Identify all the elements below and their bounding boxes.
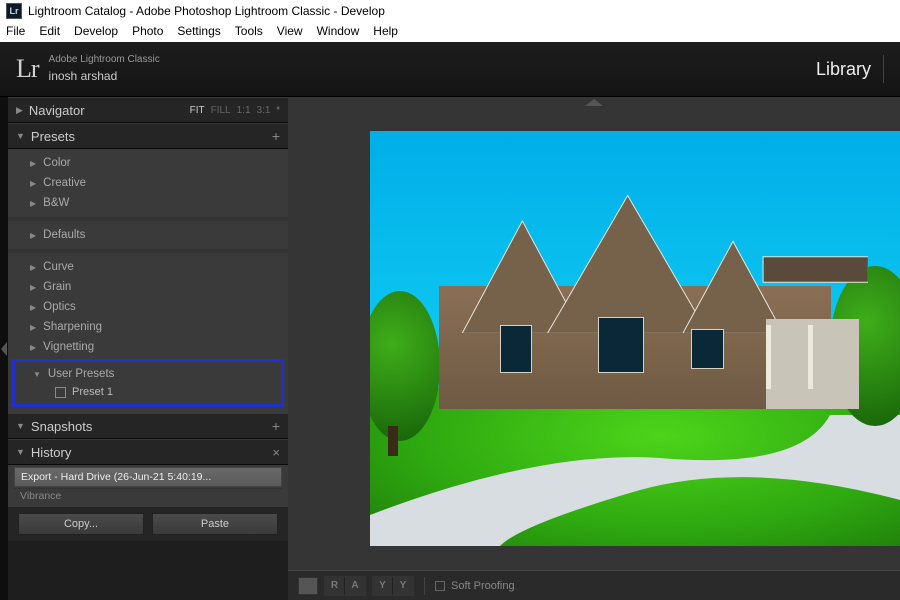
menu-photo[interactable]: Photo [132, 24, 163, 40]
snapshots-title: Snapshots [31, 419, 272, 434]
menu-help[interactable]: Help [373, 24, 398, 40]
navigator-panel-header[interactable]: ▶ Navigator FIT FILL 1:1 3:1 ♦ [8, 97, 288, 123]
chevron-right-icon: ▶ [30, 159, 36, 168]
compare-before-after-a[interactable]: A [345, 577, 365, 595]
navigator-title: Navigator [29, 103, 190, 118]
os-title-bar: Lr Lightroom Catalog - Adobe Photoshop L… [0, 0, 900, 22]
top-panel-collapse[interactable] [288, 97, 900, 107]
app-icon: Lr [6, 3, 22, 19]
zoom-fill[interactable]: FILL [211, 105, 231, 116]
menu-window[interactable]: Window [317, 24, 360, 40]
chevron-down-icon: ▼ [16, 447, 25, 457]
preset-group-grain[interactable]: ▶Grain [8, 277, 288, 297]
history-item[interactable]: Export - Hard Drive (26-Jun-21 5:40:19..… [14, 467, 282, 487]
history-item[interactable]: Vibrance [14, 488, 282, 503]
app-name-label: Adobe Lightroom Classic [49, 54, 160, 66]
zoom-3-1[interactable]: 3:1 [257, 105, 271, 116]
history-title: History [31, 445, 272, 460]
chevron-down-icon: ▼ [16, 131, 25, 141]
chevron-right-icon: ▶ [16, 105, 23, 116]
chevron-right-icon: ▶ [30, 343, 36, 352]
menu-tools[interactable]: Tools [235, 24, 263, 40]
preset-group-vignetting[interactable]: ▶Vignetting [8, 337, 288, 357]
copy-settings-button[interactable]: Copy... [18, 513, 144, 535]
menu-develop[interactable]: Develop [74, 24, 118, 40]
left-panel: ▶ Navigator FIT FILL 1:1 3:1 ♦ ▼ Presets… [8, 97, 288, 600]
compare-before-after-r[interactable]: R [325, 577, 345, 595]
chevron-down-icon: ▼ [16, 421, 25, 431]
preset-group-creative[interactable]: ▶Creative [8, 173, 288, 193]
add-preset-icon[interactable]: + [272, 128, 280, 144]
chevron-right-icon: ▶ [30, 263, 36, 272]
module-library[interactable]: Library [816, 59, 871, 80]
menu-bar: File Edit Develop Photo Settings Tools V… [0, 22, 900, 42]
center-canvas: R A Y Y Soft Proofing [288, 97, 900, 600]
lightroom-logo: Lr [16, 54, 39, 84]
chevron-down-icon: ▼ [33, 370, 41, 379]
preset-icon [55, 387, 66, 398]
compare-yy-2[interactable]: Y [393, 577, 413, 595]
chevron-right-icon: ▶ [30, 231, 36, 240]
chevron-right-icon: ▶ [30, 323, 36, 332]
module-picker-bar: Lr Adobe Lightroom Classic inosh arshad … [0, 42, 900, 97]
zoom-fit[interactable]: FIT [190, 105, 205, 116]
menu-file[interactable]: File [6, 24, 25, 40]
loupe-view-button[interactable] [298, 577, 318, 595]
preset-group-user[interactable]: ▼User Presets [15, 364, 281, 384]
copy-paste-row: Copy... Paste [8, 506, 288, 541]
soft-proofing-checkbox[interactable] [435, 581, 445, 591]
paste-settings-button[interactable]: Paste [152, 513, 278, 535]
chevron-right-icon: ▶ [30, 179, 36, 188]
menu-edit[interactable]: Edit [39, 24, 60, 40]
zoom-dropdown-icon[interactable]: ♦ [276, 105, 280, 116]
preset-group-bw[interactable]: ▶B&W [8, 193, 288, 213]
preset-group-defaults[interactable]: ▶Defaults [8, 225, 288, 245]
preset-group-sharpening[interactable]: ▶Sharpening [8, 317, 288, 337]
loupe-photo[interactable] [370, 131, 900, 546]
clear-history-icon[interactable]: × [272, 445, 280, 460]
preset-group-color[interactable]: ▶Color [8, 153, 288, 173]
soft-proofing-label: Soft Proofing [451, 580, 515, 592]
presets-title: Presets [31, 129, 272, 144]
snapshots-panel-header[interactable]: ▼ Snapshots + [8, 413, 288, 439]
module-separator [883, 55, 884, 83]
preset-group-curve[interactable]: ▶Curve [8, 257, 288, 277]
menu-view[interactable]: View [277, 24, 303, 40]
chevron-right-icon: ▶ [30, 283, 36, 292]
toolbar-separator [424, 577, 425, 595]
menu-settings[interactable]: Settings [177, 24, 220, 40]
compare-yy-1[interactable]: Y [373, 577, 393, 595]
identity-plate-user: inosh arshad [49, 69, 160, 83]
window-title: Lightroom Catalog - Adobe Photoshop Ligh… [28, 4, 385, 18]
left-panel-collapse[interactable] [0, 97, 8, 600]
zoom-1-1[interactable]: 1:1 [237, 105, 251, 116]
add-snapshot-icon[interactable]: + [272, 418, 280, 434]
chevron-right-icon: ▶ [30, 199, 36, 208]
preset-group-optics[interactable]: ▶Optics [8, 297, 288, 317]
preset-item-preset1[interactable]: Preset 1 [15, 384, 281, 400]
presets-panel-header[interactable]: ▼ Presets + [8, 123, 288, 149]
chevron-right-icon: ▶ [30, 303, 36, 312]
user-presets-highlight: ▼User Presets Preset 1 [12, 359, 284, 407]
develop-toolbar: R A Y Y Soft Proofing [288, 570, 900, 600]
history-panel-header[interactable]: ▼ History × [8, 439, 288, 465]
